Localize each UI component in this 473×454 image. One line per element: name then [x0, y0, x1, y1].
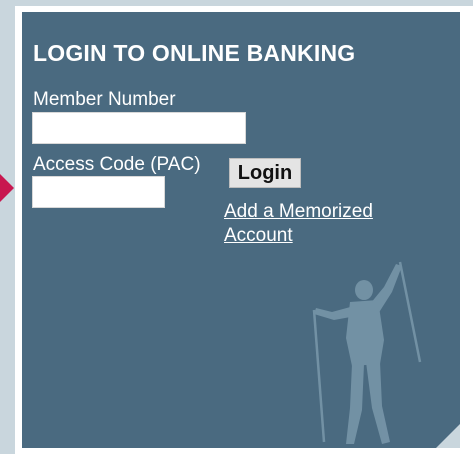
- member-number-input[interactable]: [32, 112, 246, 144]
- login-panel: LOGIN TO ONLINE BANKING Member Number Ac…: [22, 12, 460, 448]
- access-code-label: Access Code (PAC): [33, 154, 201, 175]
- page-title: LOGIN TO ONLINE BANKING: [33, 40, 356, 66]
- access-code-input[interactable]: [32, 176, 165, 208]
- add-memorized-account-link[interactable]: Add a Memorized Account: [224, 200, 424, 248]
- login-button[interactable]: Login: [229, 158, 301, 188]
- panel-corner-fold: [436, 424, 460, 448]
- arrow-right-icon: [0, 174, 14, 202]
- member-number-label: Member Number: [33, 89, 176, 110]
- skier-silhouette-icon: [312, 261, 422, 444]
